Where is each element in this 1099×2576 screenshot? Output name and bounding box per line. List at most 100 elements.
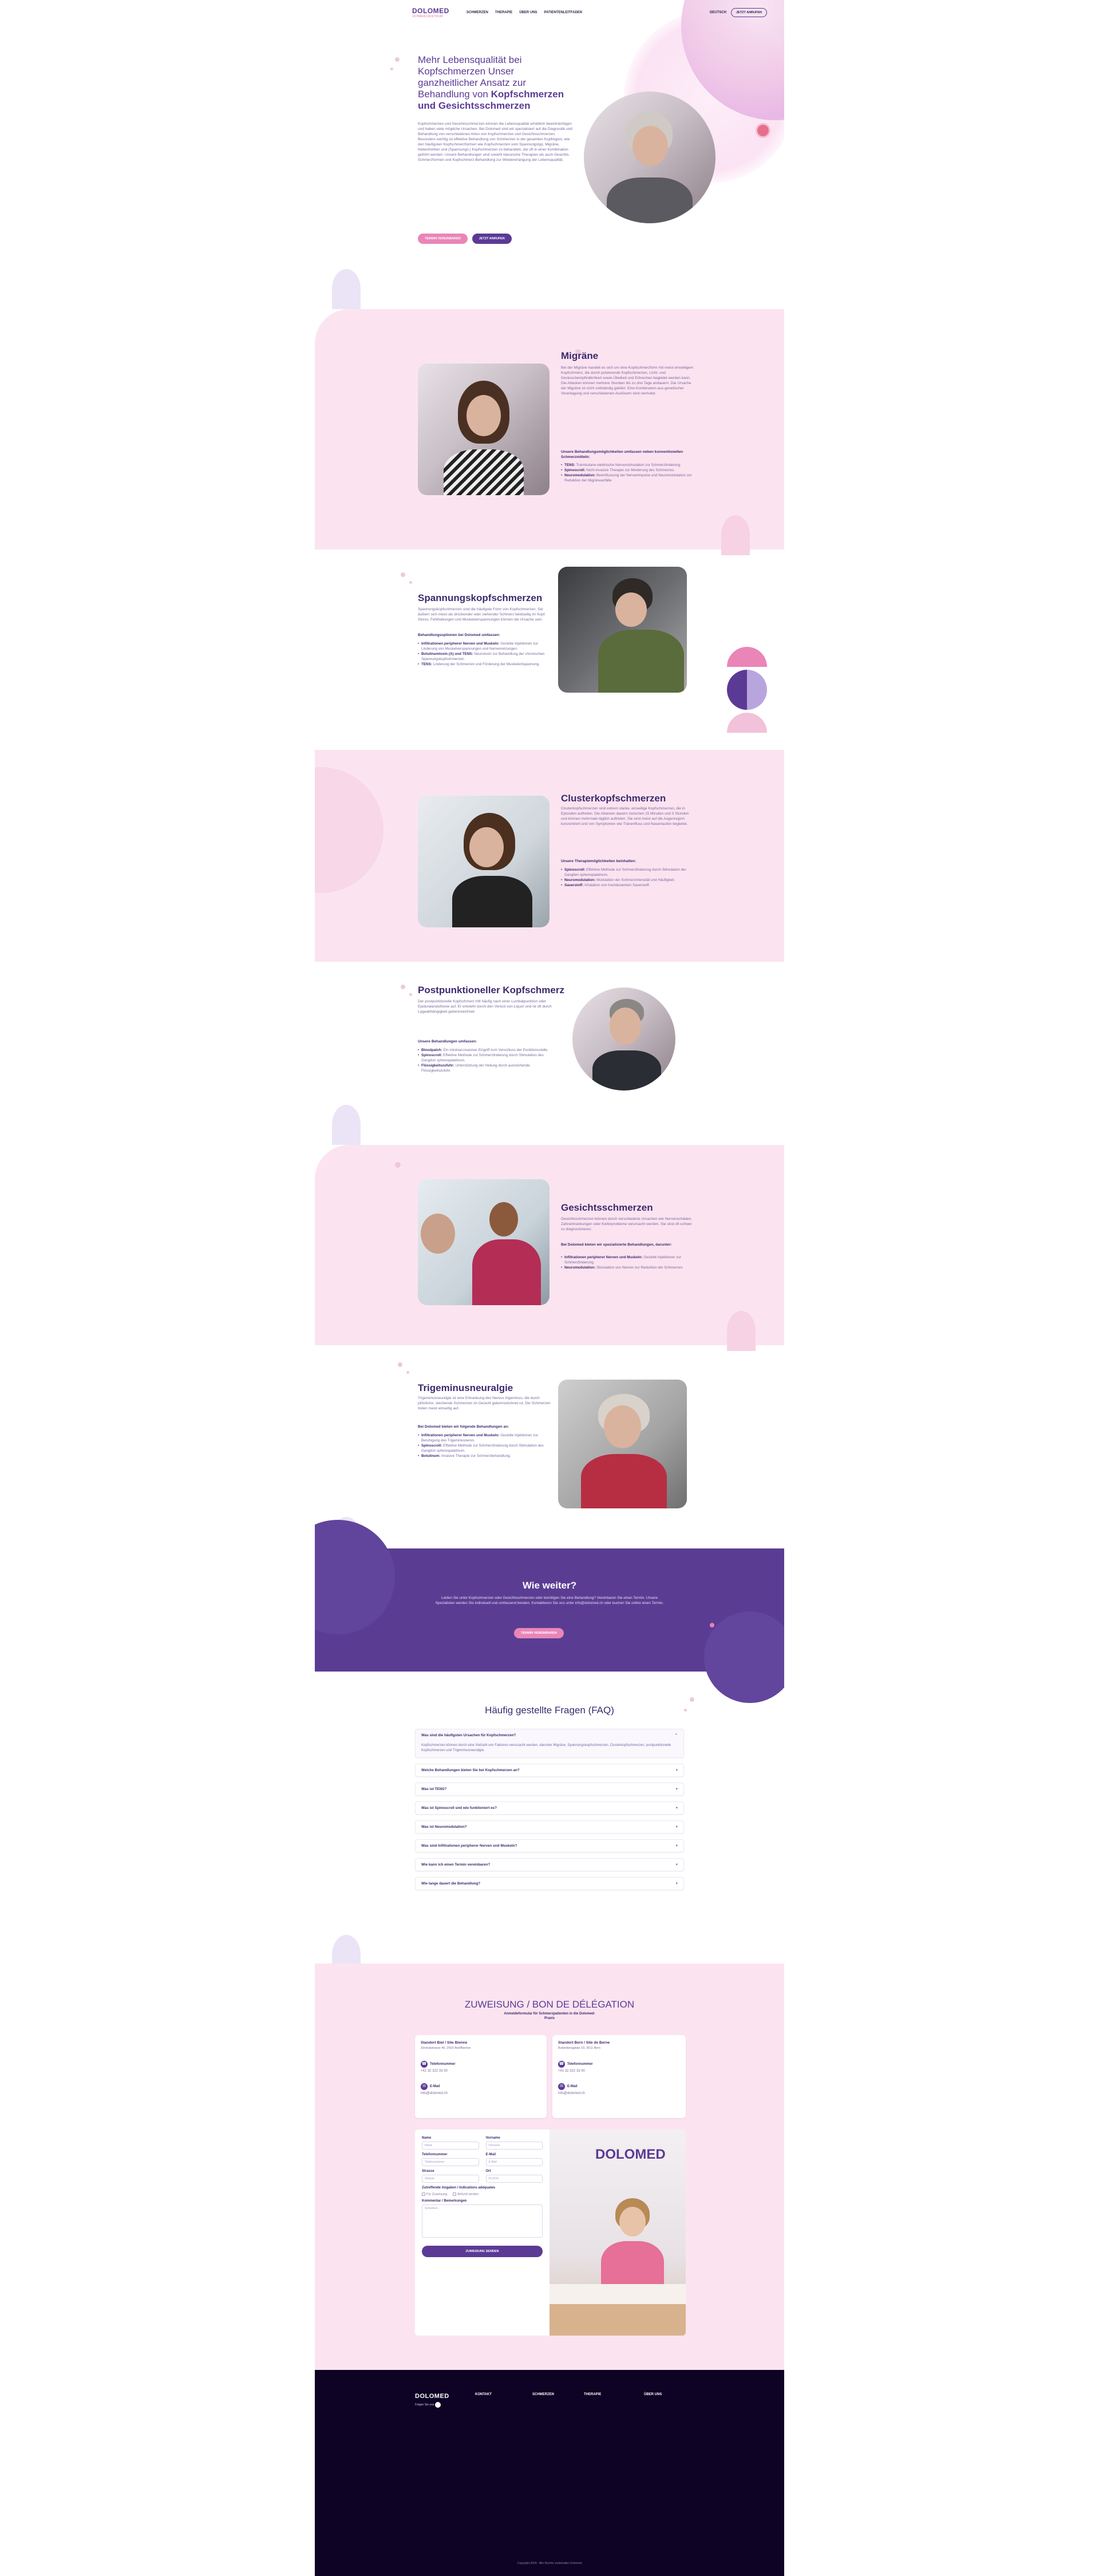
site-container: DOLOMED SCHMERZZENTRUM SCHMERZEN THERAPI… [315, 0, 784, 2576]
hero-image-elderly-woman [584, 92, 715, 223]
checkbox-option[interactable]: Für Zuweisung [422, 2192, 447, 2196]
faq-item[interactable]: Welche Behandlungen bieten Sie bei Kopfs… [415, 1764, 684, 1777]
phone-number[interactable]: +41 32 322 33 00 [558, 2069, 680, 2073]
call-button[interactable]: JETZT ANRUFEN [730, 8, 767, 17]
faq-item[interactable]: Was sind Infiltrationen peripherer Nerve… [415, 1839, 684, 1852]
ort-input[interactable]: PLZ/Ort [485, 2175, 543, 2183]
trigeminus-text: Trigeminusneuralgie ist eine Erkrankung … [418, 1396, 551, 1411]
section-cluster: Clusterkopfschmerzen Clusterkopfschmerze… [315, 750, 784, 962]
location-card-biel: Standort Biel / Site Bienne Zentralstras… [415, 2035, 547, 2118]
decor-dot [401, 572, 405, 577]
section-postpunktionell: Postpunktioneller Kopfschmerz Der postpu… [315, 962, 784, 1145]
migraene-subtitle: Unsere Behandlungsmöglichkeiten umfassen… [561, 450, 683, 459]
wie-weiter-title: Wie weiter? [522, 1580, 577, 1591]
reception-logo-sign: DOLOMED [595, 2147, 666, 2162]
telefon-input[interactable]: Telefonnummer [422, 2158, 479, 2166]
faq-item[interactable]: Wie kann ich einen Termin vereinbaren? + [415, 1858, 684, 1871]
section-spannung: Spannungskopfschmerzen Spannungskopfschm… [315, 550, 784, 750]
email-input[interactable]: E-Mail [485, 2158, 543, 2166]
faq-question: Wie lange dauert die Behandlung? [421, 1882, 481, 1886]
spannung-title: Spannungskopfschmerzen [418, 592, 543, 603]
section-migraene: Migräne Bei der Migräne handelt es sich … [315, 309, 784, 555]
decor-dot [690, 1697, 694, 1702]
strasse-input[interactable]: Strasse [422, 2175, 479, 2183]
cluster-list: Spinoscroll: Effektive Methode zur Schme… [561, 867, 695, 888]
name-input[interactable]: Name [422, 2142, 479, 2150]
checkbox[interactable] [453, 2192, 457, 2196]
email-address[interactable]: info@dolomed.ch [421, 2092, 541, 2095]
section-zuweisung: ZUWEISUNG / BON DE DÉLÉGATION Anmeldefor… [315, 1963, 784, 2370]
checkbox[interactable] [422, 2192, 425, 2196]
plus-icon: + [675, 1844, 678, 1848]
list-item: Neuromodulation: Beeinflussung der Nerve… [561, 473, 695, 483]
vorname-input[interactable]: Vorname [485, 2142, 543, 2150]
list-item: Flüssigkeitszufuhr: Unterstützung der He… [418, 1063, 552, 1073]
nav-item-therapie[interactable]: THERAPIE [495, 11, 512, 14]
nav-item-patientenleitfaden[interactable]: PATIENTENLEITFADEN [544, 11, 582, 14]
submit-button[interactable]: ZUWEISUNG SENDEN [422, 2246, 543, 2258]
social-icon[interactable] [435, 2402, 441, 2408]
faq-item[interactable]: Was ist Neuromodulation? + [415, 1820, 684, 1834]
footer-col-schmerzen[interactable]: SCHMERZEN [532, 2393, 554, 2396]
hero-title: Mehr Lebensqualität bei Kopfschmerzen Un… [418, 54, 572, 112]
faq-item[interactable]: Was ist TENS? + [415, 1783, 684, 1796]
decor-circle [315, 767, 384, 893]
floating-contact-button[interactable] [756, 123, 770, 138]
logo[interactable]: DOLOMED SCHMERZZENTRUM [412, 7, 449, 18]
list-item: Neuromodulation: Stimulation von Nerven … [561, 1265, 695, 1270]
plus-icon: + [675, 1768, 678, 1772]
list-item: Infiltrationen peripherer Nerven und Mus… [418, 641, 552, 651]
angaben-label: Zutreffende Angaben / Indications adéqua… [422, 2186, 496, 2190]
faq-title: Häufig gestellte Fragen (FAQ) [485, 1705, 614, 1716]
email-label: E-Mail [485, 2153, 496, 2156]
list-item: Infiltrationen peripherer Nerven und Mus… [561, 1255, 695, 1265]
referral-form: Name Name Vorname Vorname Telefonnummer Tel… [415, 2129, 550, 2336]
kommentar-textarea[interactable]: Schreiben... [422, 2204, 543, 2238]
phone-label: Telefonnummer [430, 2063, 456, 2066]
faq-item[interactable]: Wie lange dauert die Behandlung? + [415, 1877, 684, 1890]
gesicht-list: Infiltrationen peripherer Nerven und Mus… [561, 1255, 695, 1270]
checkbox-group: Für Zuweisung Befund senden [422, 2192, 543, 2196]
plus-icon: + [675, 1863, 678, 1867]
spannung-subtitle: Behandlungsoptionen bei Dolomed umfassen… [418, 633, 500, 637]
mail-icon: ✉ [421, 2083, 428, 2090]
logo-text: DOLOMED [412, 7, 449, 15]
footer-col-therapie[interactable]: THERAPIE [584, 2393, 601, 2396]
faq-item-open[interactable]: Was sind die häufigsten Ursachen für Kop… [415, 1729, 684, 1758]
faq-question: Was ist Neuromodulation? [421, 1825, 467, 1829]
email-address[interactable]: info@dolomed.ch [558, 2092, 680, 2095]
footer-col-kontakt[interactable]: KONTAKT [475, 2393, 492, 2396]
nav-item-schmerzen[interactable]: SCHMERZEN [467, 11, 488, 14]
call-now-button[interactable]: JETZT ANRUFEN [472, 234, 512, 244]
appointment-button[interactable]: TERMIN VEREINBAREN [418, 234, 468, 244]
decor-leaf [332, 1105, 361, 1145]
section-trigeminus: Trigeminusneuralgie Trigeminusneuralgie … [315, 1345, 784, 1557]
decor-dot [390, 68, 393, 70]
language-selector[interactable]: DEUTSCH [710, 11, 726, 14]
faq-item[interactable]: Was ist Spinoscroll und wie funktioniert… [415, 1801, 684, 1815]
list-item: Infiltrationen peripherer Nerven und Mus… [418, 1433, 552, 1443]
faq-answer: Kopfschmerzen können durch eine Vielzahl… [421, 1744, 671, 1752]
phone-number[interactable]: +41 32 322 33 00 [421, 2069, 541, 2073]
footer-col-ueber-uns[interactable]: ÜBER UNS [644, 2393, 662, 2396]
zuweisung-title: ZUWEISUNG / BON DE DÉLÉGATION [464, 1999, 635, 2010]
list-item: Neuromodulation: Modulation der Schmerzi… [561, 878, 695, 883]
hero-text: Kopfschmerzen und Gesichtsschmerzen könn… [418, 122, 572, 162]
phone-icon: ☎ [558, 2061, 565, 2068]
checkbox-option[interactable]: Befund senden [453, 2192, 479, 2196]
wie-weiter-text: Leiden Sie unter Kopfschmerzen oder Gesi… [435, 1596, 664, 1605]
strasse-label: Strasse [422, 2170, 434, 2173]
vorname-label: Vorname [485, 2136, 500, 2140]
decor-dot [395, 1162, 401, 1168]
spannung-image [558, 567, 687, 693]
gesicht-text: Gesichtsschmerzen können durch verschied… [561, 1217, 693, 1231]
footer-follow-text: Folgen Sie uns [415, 2403, 434, 2407]
main-nav: SCHMERZEN THERAPIE ÜBER UNS PATIENTENLEI… [467, 11, 582, 14]
footer-logo[interactable]: DOLOMED [415, 2393, 449, 2400]
gesicht-subtitle: Bei Dolomed bieten wir spezialisierte Be… [561, 1243, 672, 1247]
nav-item-ueber-uns[interactable]: ÜBER UNS [519, 11, 537, 14]
page: DOLOMED SCHMERZZENTRUM SCHMERZEN THERAPI… [0, 0, 1099, 2576]
wie-weiter-appointment-button[interactable]: TERMIN VEREINBAREN [514, 1628, 564, 1638]
cluster-image [418, 796, 550, 927]
decor-dot [409, 993, 412, 996]
